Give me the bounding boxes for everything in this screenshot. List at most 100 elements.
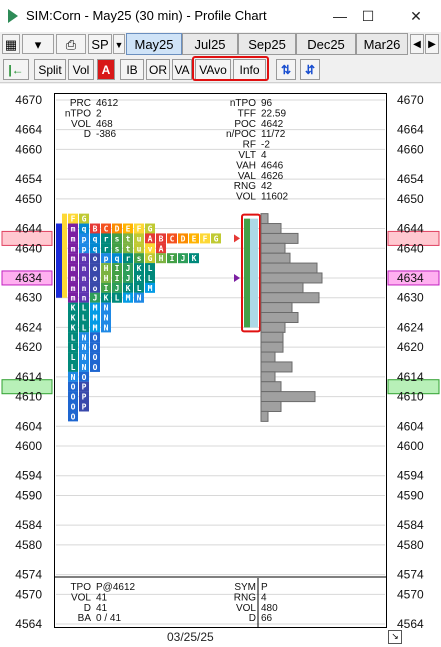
volume-bar [260,341,284,353]
stat-value: 96 [261,98,273,109]
tpo-letter: t [126,234,131,243]
volume-bar [260,302,293,314]
tpo-letter: N [137,294,142,303]
stat-value: P [261,582,268,593]
tpo-letter: m [71,254,76,263]
tpo-letter: K [192,254,197,263]
tpo-letter: M [93,323,98,332]
tpo-letter: L [71,343,76,352]
va-column-blue [250,218,258,328]
right-tick-label: 4670 [397,93,424,107]
right-tick-label: 4600 [397,439,424,453]
resize-grip-icon[interactable]: ↘ [388,630,402,644]
tpo-letter: N [82,353,87,362]
tpo-letter: N [104,323,109,332]
left-tick-label: 4624 [15,320,42,334]
tpo-letter: A [159,244,164,253]
stat-value: 4 [261,150,267,161]
right-tick-label: 4650 [397,192,424,206]
tpo-letter: H [159,254,164,263]
tpo-letter: o [93,274,98,283]
tpo-letter: L [148,274,153,283]
volume-bar [260,272,323,284]
stat-key: VLT [238,150,256,161]
volume-bar [260,391,316,403]
tpo-letter: p [82,234,87,243]
tpo-letter: C [170,234,175,243]
tpo-letter: s [115,244,120,253]
left-tick-label: 4660 [15,142,42,156]
tpo-letter: K [104,294,109,303]
tpo-letter: K [71,323,76,332]
date-bar [0,628,441,647]
right-tick-label: 4590 [397,488,424,502]
tpo-letter: t [126,244,131,253]
right-tick-label: 4644 [397,222,424,236]
left-tick-label: 4570 [15,587,42,601]
tpo-letter: K [71,304,76,313]
stat-key: nTPO [230,98,256,109]
right-tick-label: 4614 [397,370,424,384]
volume-bar [260,321,286,333]
volume-bar [260,410,269,422]
left-tick-label: 4670 [15,93,42,107]
stat-value: 22.59 [261,108,286,119]
tpo-letter: m [71,264,76,273]
tpo-letter: L [71,363,76,372]
tpo-letter: N [104,314,109,323]
left-tick-label: 4594 [15,469,42,483]
tpo-letter: u [137,234,142,243]
tpo-letter: B [93,225,98,234]
tpo-letter: P [82,383,87,392]
left-tick-label: 4630 [15,291,42,305]
tpo-letter: G [82,215,87,224]
right-tick-label: 4634 [397,271,424,285]
left-tick-label: 4590 [15,488,42,502]
stat-value: 2 [96,108,102,119]
volume-bar [260,331,284,343]
tpo-letter: o [93,254,98,263]
stat-key: RNG [234,592,256,603]
left-tick-label: 4614 [15,370,42,384]
mid-arrow [234,273,240,282]
right-tick-label: 4630 [397,291,424,305]
left-tick-label: 4584 [15,518,42,532]
tpo-letter: n [82,284,87,293]
tpo-letter: N [82,333,87,342]
tpo-letter: C [104,225,109,234]
tpo-letter: m [71,284,76,293]
tpo-letter: M [93,314,98,323]
tpo-letter: F [137,225,142,234]
tpo-letter: D [181,234,186,243]
left-tick-label: 4634 [15,271,42,285]
tpo-letter: m [71,234,76,243]
tpo-letter: p [104,254,109,263]
right-tick-label: 4584 [397,518,424,532]
tpo-letter: n [82,274,87,283]
stat-key: VAL [238,171,257,182]
tpo-letter: I [170,254,175,263]
stat-value: 11/72 [261,129,286,140]
open-bar [62,213,67,298]
tpo-letter: E [192,234,197,243]
tpo-letter: K [126,284,131,293]
tpo-letter: r [104,234,109,243]
tpo-letter: o [93,284,98,293]
tpo-letter: o [93,264,98,273]
stat-key: VAH [236,160,256,171]
tpo-letter: n [82,294,87,303]
volume-bar [260,232,299,244]
right-tick-label: 4660 [397,142,424,156]
left-tick-label: 4574 [15,568,42,582]
stat-value: 468 [96,119,113,130]
left-tick-label: 4600 [15,439,42,453]
stat-key: VOL [236,603,256,614]
tpo-letter: G [148,225,153,234]
stat-value: 41 [96,603,108,614]
tpo-letter: P [82,393,87,402]
stat-value: 4626 [261,171,284,182]
stat-value: 4642 [261,119,284,130]
tpo-letter: H [104,274,109,283]
tpo-letter: L [82,304,87,313]
right-tick-label: 4570 [397,587,424,601]
